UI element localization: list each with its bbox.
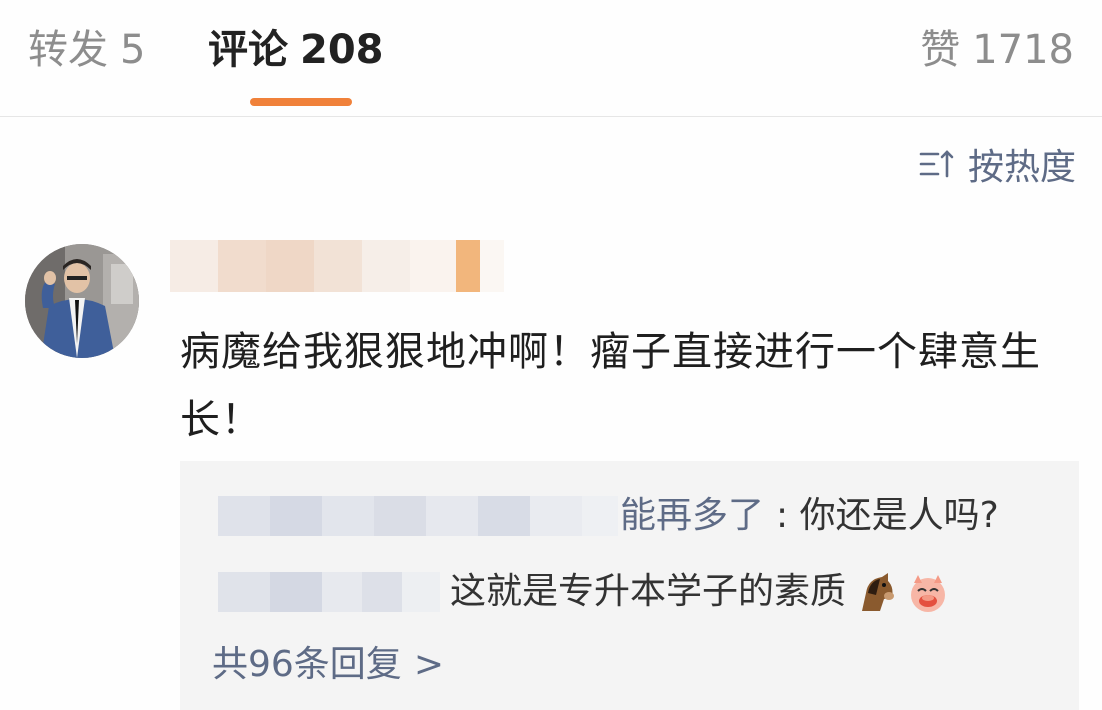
tab-bar: 转发 5 评论 208 赞 1718 bbox=[0, 0, 1102, 117]
tab-comment-label: 评论 bbox=[208, 27, 288, 73]
tab-likes[interactable]: 赞 1718 bbox=[920, 26, 1074, 74]
horse-emoji bbox=[862, 573, 895, 611]
active-tab-indicator bbox=[250, 98, 352, 106]
tab-likes-count: 1718 bbox=[972, 27, 1074, 73]
replies-box: 能再多了 : 你还是人吗? 这就是专升本学子的素质 共96条回复 > bbox=[180, 461, 1079, 710]
tab-comment[interactable]: 评论 208 bbox=[208, 26, 384, 74]
tab-repost-label: 转发 bbox=[28, 27, 108, 73]
username-mosaic[interactable] bbox=[170, 240, 504, 292]
reply-author-mosaic bbox=[218, 572, 440, 612]
user-avatar[interactable] bbox=[25, 244, 139, 358]
reply-text: : 你还是人吗? bbox=[776, 495, 999, 536]
comment-text: 病魔给我狠狠地冲啊！瘤子直接进行一个肆意生长！ bbox=[180, 329, 1041, 443]
chevron-right-icon: > bbox=[413, 644, 444, 685]
reply-text: 这就是专升本学子的素质 bbox=[450, 564, 950, 620]
sort-label: 按热度 bbox=[967, 147, 1076, 188]
tab-likes-label: 赞 bbox=[920, 27, 961, 73]
avatar-photo bbox=[25, 244, 139, 358]
pig-emoji bbox=[911, 575, 946, 612]
weibo-comments-page: 转发 5 评论 208 赞 1718 按热度 病魔给我狠狠地冲啊！瘤子直接进行一… bbox=[0, 0, 1102, 710]
more-replies-label: 共96条回复 bbox=[212, 644, 402, 685]
tab-repost-count: 5 bbox=[120, 27, 146, 73]
reply-author-name[interactable]: 能再多了 bbox=[620, 488, 764, 544]
sort-by-hot-button[interactable]: 按热度 bbox=[918, 142, 1076, 188]
reply-author-mosaic bbox=[218, 496, 618, 536]
tab-comment-count: 208 bbox=[300, 27, 384, 73]
sort-icon bbox=[919, 150, 954, 178]
reply-text-content: 这就是专升本学子的素质 bbox=[450, 571, 847, 612]
tab-repost[interactable]: 转发 5 bbox=[28, 26, 145, 74]
view-all-replies-link[interactable]: 共96条回复 > bbox=[212, 637, 444, 693]
